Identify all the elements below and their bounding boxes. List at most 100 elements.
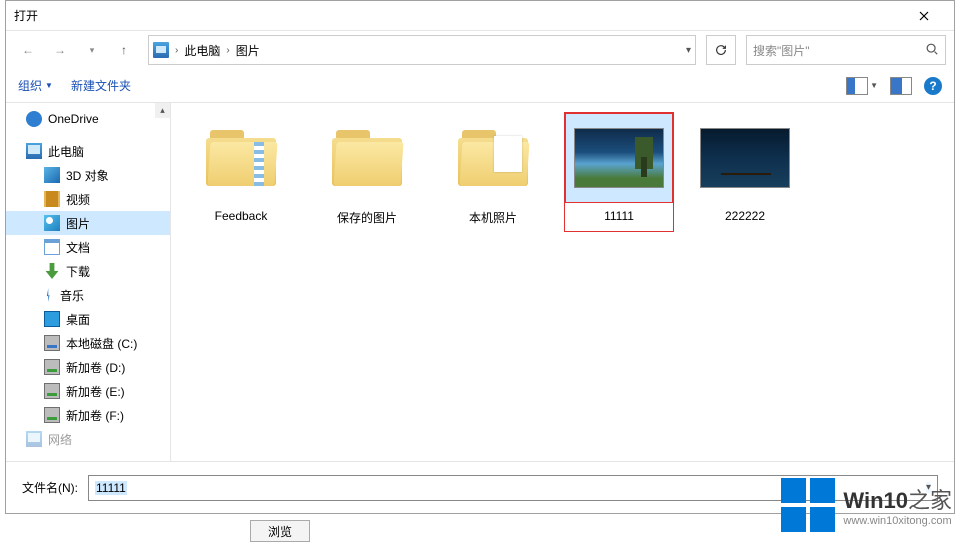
sidebar-item-9[interactable]: 本地磁盘 (C:) bbox=[6, 331, 170, 355]
drive-icon bbox=[44, 407, 60, 423]
sidebar-item-0[interactable]: OneDrive bbox=[6, 107, 170, 131]
chevron-down-icon: ▼ bbox=[45, 81, 53, 90]
dialog-body: ▴ OneDrive 此电脑 3D 对象视频图片文档下载音乐桌面本地磁盘 (C:) 新… bbox=[6, 103, 954, 461]
chevron-right-icon: › bbox=[175, 45, 178, 56]
sidebar-item-label: 音乐 bbox=[60, 287, 84, 304]
pc-icon bbox=[153, 42, 169, 58]
chevron-down-icon[interactable]: ▾ bbox=[686, 45, 691, 56]
address-bar[interactable]: › 此电脑 › 图片 ▾ bbox=[148, 35, 696, 65]
nav-sidebar: ▴ OneDrive 此电脑 3D 对象视频图片文档下载音乐桌面本地磁盘 (C:) 新… bbox=[6, 103, 171, 461]
sidebar-item-label: 此电脑 bbox=[48, 143, 84, 160]
drive-icon bbox=[44, 383, 60, 399]
toolbar: 组织 ▼ 新建文件夹 ▼ ? bbox=[6, 69, 954, 103]
file-item-label: 11111 bbox=[565, 209, 673, 223]
sidebar-item-label: 新加卷 (E:) bbox=[66, 383, 125, 400]
sidebar-item-label: 3D 对象 bbox=[66, 167, 109, 184]
arrow-up-icon: ↑ bbox=[121, 43, 127, 57]
up-button[interactable]: ↑ bbox=[110, 36, 138, 64]
sidebar-item-label: 桌面 bbox=[66, 311, 90, 328]
nav-row: ← → ▾ ↑ › 此电脑 › 图片 ▾ 搜索"图片" bbox=[6, 31, 954, 69]
search-input[interactable]: 搜索"图片" bbox=[746, 35, 946, 65]
sidebar-item-10[interactable]: 新加卷 (D:) bbox=[6, 355, 170, 379]
sidebar-item-label: 网络 bbox=[48, 431, 72, 448]
file-item-3[interactable]: 11111 bbox=[565, 113, 673, 223]
image-thumbnail bbox=[691, 113, 799, 203]
sidebar-item-label: 下载 bbox=[66, 263, 90, 280]
forward-button[interactable]: → bbox=[46, 36, 74, 64]
file-item-label: 保存的图片 bbox=[313, 209, 421, 226]
file-item-2[interactable]: 本机照片 bbox=[439, 113, 547, 226]
file-item-1[interactable]: 保存的图片 bbox=[313, 113, 421, 226]
sidebar-item-7[interactable]: 音乐 bbox=[6, 283, 170, 307]
sidebar-item-6[interactable]: 下载 bbox=[6, 259, 170, 283]
sidebar-item-2[interactable]: 3D 对象 bbox=[6, 163, 170, 187]
sidebar-item-1[interactable]: 此电脑 bbox=[6, 139, 170, 163]
new-folder-button[interactable]: 新建文件夹 bbox=[71, 77, 131, 94]
chevron-right-icon: › bbox=[226, 45, 229, 56]
sidebar-item-4[interactable]: 图片 bbox=[6, 211, 170, 235]
sidebar-item-label: 图片 bbox=[66, 215, 90, 232]
search-icon bbox=[925, 42, 939, 59]
folder-icon bbox=[187, 113, 295, 203]
preview-pane-button[interactable] bbox=[890, 77, 912, 95]
note-icon bbox=[43, 288, 55, 302]
back-button[interactable]: ← bbox=[14, 36, 42, 64]
drive-icon bbox=[44, 335, 60, 351]
folder-icon bbox=[439, 113, 547, 203]
refresh-button[interactable] bbox=[706, 35, 736, 65]
pc-icon bbox=[26, 143, 42, 159]
desk-icon bbox=[44, 311, 60, 327]
sidebar-item-label: 新加卷 (D:) bbox=[66, 359, 125, 376]
open-dialog: 打开 ← → ▾ ↑ › 此电脑 › 图片 ▾ 搜索"图片" 组 bbox=[5, 0, 955, 514]
window-title: 打开 bbox=[14, 7, 902, 24]
close-button[interactable] bbox=[902, 2, 946, 30]
refresh-icon bbox=[714, 43, 728, 57]
windows-logo-icon bbox=[781, 478, 835, 532]
recent-dropdown[interactable]: ▾ bbox=[78, 36, 106, 64]
view-icon bbox=[846, 77, 868, 95]
film-icon bbox=[44, 191, 60, 207]
search-placeholder: 搜索"图片" bbox=[753, 42, 810, 59]
sidebar-item-12[interactable]: 新加卷 (F:) bbox=[6, 403, 170, 427]
doc-icon bbox=[44, 239, 60, 255]
folder-icon bbox=[313, 113, 421, 203]
sidebar-item-5[interactable]: 文档 bbox=[6, 235, 170, 259]
file-item-4[interactable]: 222222 bbox=[691, 113, 799, 223]
sidebar-item-3[interactable]: 视频 bbox=[6, 187, 170, 211]
sidebar-item-13[interactable]: 网络 bbox=[6, 427, 170, 451]
filename-label: 文件名(N): bbox=[22, 479, 78, 496]
organize-menu[interactable]: 组织 ▼ bbox=[18, 77, 53, 94]
sidebar-item-11[interactable]: 新加卷 (E:) bbox=[6, 379, 170, 403]
close-icon bbox=[919, 11, 929, 21]
chevron-down-icon: ▾ bbox=[90, 45, 95, 56]
scroll-up-button[interactable]: ▴ bbox=[155, 103, 170, 118]
file-item-label: 222222 bbox=[691, 209, 799, 223]
sidebar-item-label: OneDrive bbox=[48, 112, 99, 126]
filename-value: 11111 bbox=[95, 481, 127, 495]
help-button[interactable]: ? bbox=[924, 77, 942, 95]
down-icon bbox=[44, 263, 60, 279]
sidebar-item-label: 视频 bbox=[66, 191, 90, 208]
titlebar: 打开 bbox=[6, 1, 954, 31]
arrow-left-icon: ← bbox=[22, 43, 34, 57]
cloud-icon bbox=[26, 111, 42, 127]
pc-icon bbox=[26, 431, 42, 447]
image-thumbnail bbox=[565, 113, 673, 203]
sidebar-item-8[interactable]: 桌面 bbox=[6, 307, 170, 331]
arrow-right-icon: → bbox=[54, 43, 66, 57]
view-mode-button[interactable]: ▼ bbox=[846, 77, 878, 95]
crumb-root[interactable]: 此电脑 bbox=[184, 42, 220, 59]
drive-icon bbox=[44, 359, 60, 375]
watermark: Win10之家 www.win10xitong.com bbox=[781, 478, 952, 532]
pic-icon bbox=[44, 215, 60, 231]
file-item-label: Feedback bbox=[187, 209, 295, 223]
crumb-current[interactable]: 图片 bbox=[236, 42, 260, 59]
sidebar-item-label: 本地磁盘 (C:) bbox=[66, 335, 137, 352]
sidebar-item-label: 新加卷 (F:) bbox=[66, 407, 124, 424]
browse-button-stub[interactable]: 浏览 bbox=[250, 520, 310, 542]
chevron-down-icon: ▼ bbox=[870, 81, 878, 90]
cube-icon bbox=[44, 167, 60, 183]
file-item-label: 本机照片 bbox=[439, 209, 547, 226]
file-item-0[interactable]: Feedback bbox=[187, 113, 295, 223]
file-grid[interactable]: Feedback 保存的图片 本机照片 11111 222222 bbox=[171, 103, 954, 461]
